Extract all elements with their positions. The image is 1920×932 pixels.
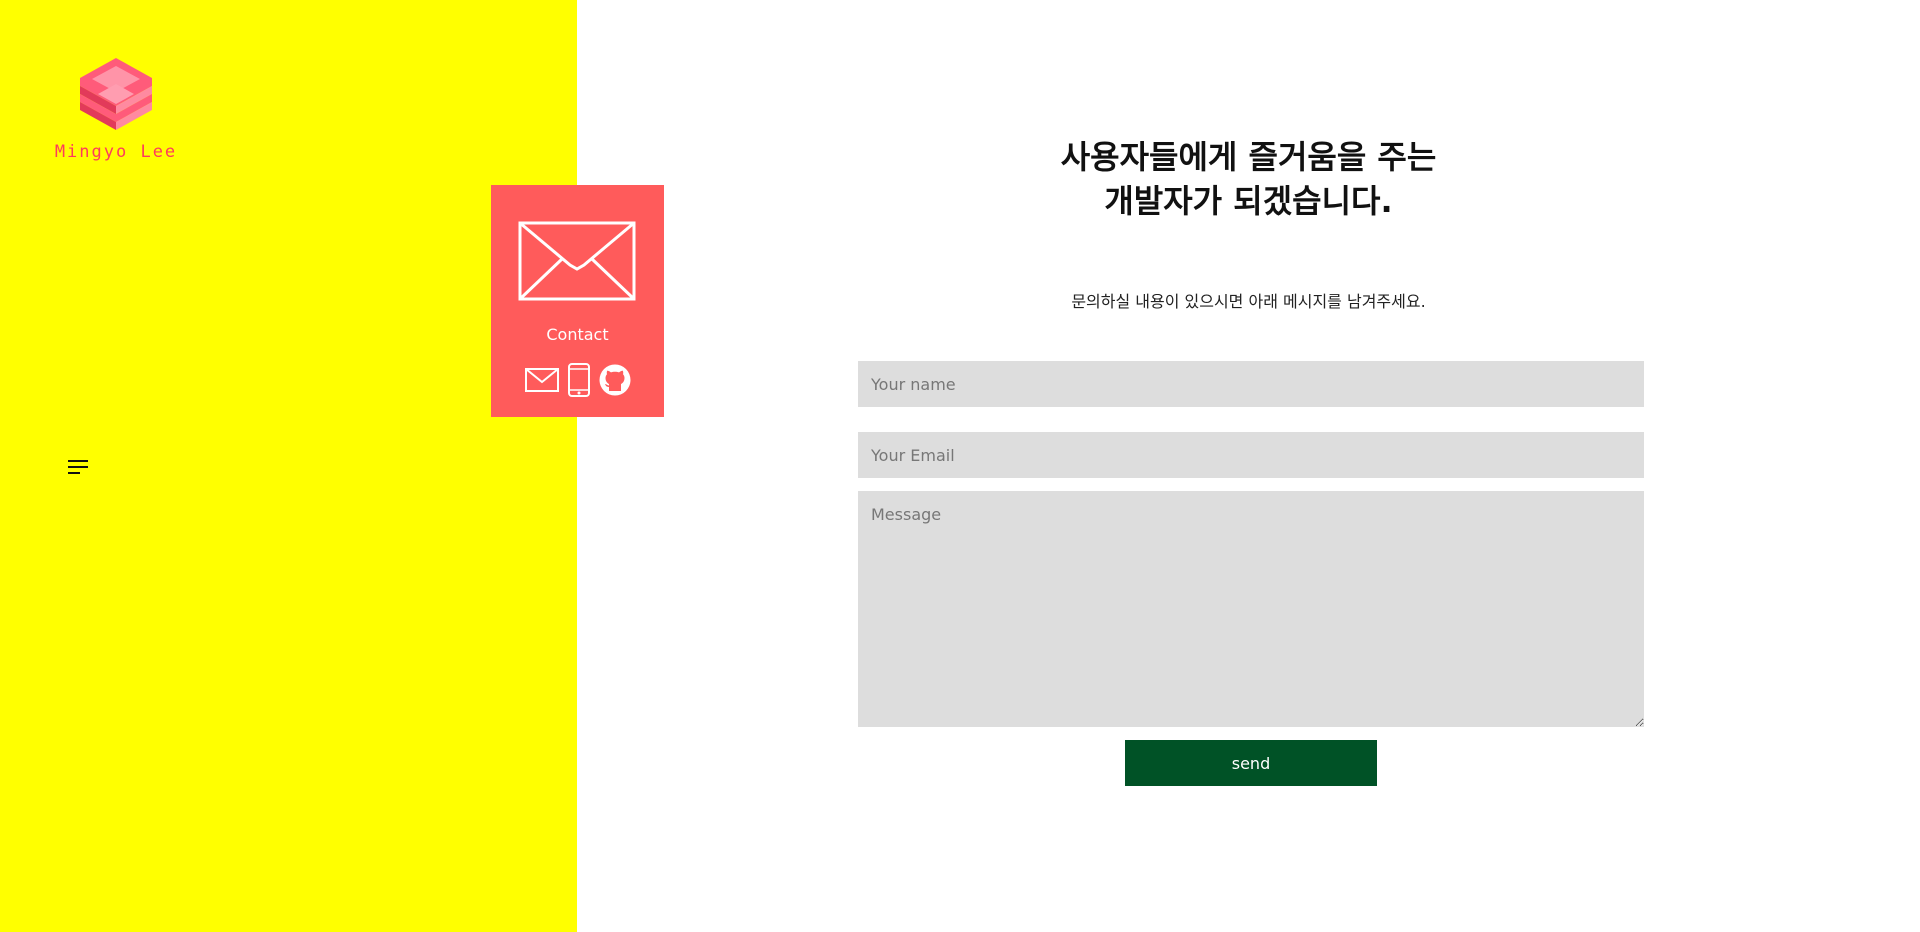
- page-title-line-2: 개발자가 되겠습니다.: [1104, 182, 1393, 220]
- email-input[interactable]: [858, 432, 1644, 478]
- brand-logo[interactable]: Mingyo Lee: [51, 56, 181, 162]
- page-title-line-1: 사용자들에게 즐거움을 주는: [1060, 138, 1437, 176]
- mail-icon[interactable]: [524, 368, 559, 392]
- isometric-cube-logo-icon: [51, 56, 181, 132]
- menu-lines-icon[interactable]: [66, 458, 90, 478]
- name-input[interactable]: [858, 361, 1644, 407]
- page-title: 사용자들에게 즐거움을 주는 개발자가 되겠습니다.: [577, 135, 1920, 223]
- page-subtext: 문의하실 내용이 있으시면 아래 메시지를 남겨주세요.: [1071, 292, 1426, 311]
- main-content: 사용자들에게 즐거움을 주는 개발자가 되겠습니다. 문의하실 내용이 있으시면…: [577, 0, 1920, 932]
- message-textarea[interactable]: [858, 491, 1644, 727]
- page: Mingyo Lee Contact 사용자들에게 즐거움을 주는 개발자가 되…: [0, 0, 1920, 932]
- sidebar: Mingyo Lee: [0, 0, 577, 932]
- send-button[interactable]: send: [1125, 740, 1377, 786]
- brand-name: Mingyo Lee: [54, 142, 178, 162]
